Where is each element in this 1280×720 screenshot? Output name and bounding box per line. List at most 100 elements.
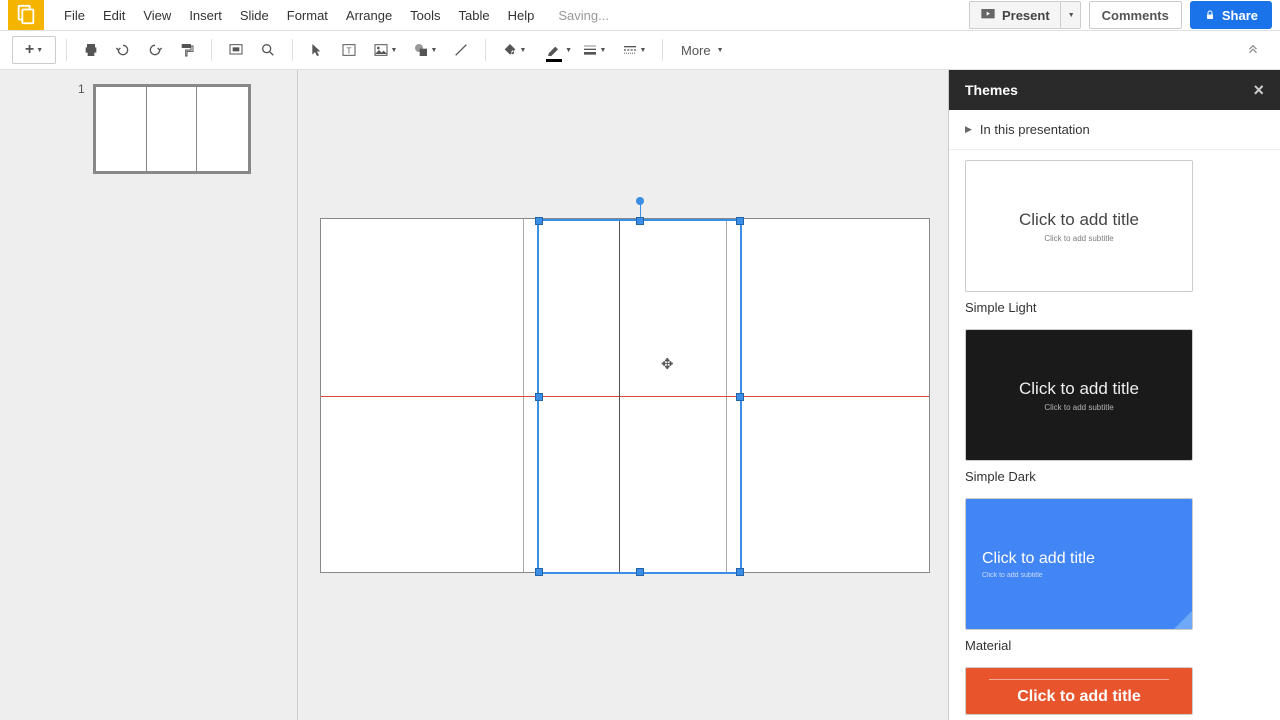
menu-file[interactable]: File [64, 8, 85, 23]
theme-preview-title: Click to add title [1019, 379, 1139, 399]
textbox-icon: T [341, 42, 357, 58]
rotate-handle[interactable] [636, 197, 644, 205]
resize-handle-s[interactable] [636, 568, 644, 576]
present-dropdown[interactable]: ▼ [1061, 1, 1081, 29]
print-button[interactable] [77, 36, 105, 64]
slide-thumbnail[interactable] [93, 84, 251, 174]
chevron-up-double-icon [1246, 41, 1260, 55]
menu-tools[interactable]: Tools [410, 8, 440, 23]
cursor-icon [309, 42, 325, 58]
menu-arrange[interactable]: Arrange [346, 8, 392, 23]
select-tool[interactable] [303, 36, 331, 64]
theme-simple-dark[interactable]: Click to add title Click to add subtitle… [965, 329, 1264, 484]
shape-icon [413, 42, 429, 58]
menu-view[interactable]: View [143, 8, 171, 23]
image-tool[interactable]: ▼ [367, 36, 403, 64]
play-icon [980, 7, 996, 23]
filmstrip[interactable]: 1 [0, 70, 298, 720]
undo-icon [115, 42, 131, 58]
theme-preview-title: Click to add title [1019, 210, 1139, 230]
save-status: Saving... [558, 8, 609, 23]
resize-handle-n[interactable] [636, 217, 644, 225]
chevron-down-icon: ▼ [431, 47, 438, 54]
theme-material[interactable]: Click to add title Click to add subtitle… [965, 498, 1264, 653]
present-label: Present [1002, 8, 1050, 23]
chevron-down-icon: ▼ [565, 47, 572, 54]
new-slide-button[interactable]: +▼ [12, 36, 56, 64]
chevron-down-icon: ▼ [600, 47, 607, 54]
redo-button[interactable] [141, 36, 169, 64]
move-cursor-icon: ✥ [661, 355, 674, 373]
resize-handle-ne[interactable] [736, 217, 744, 225]
menu-insert[interactable]: Insert [189, 8, 222, 23]
line-icon [453, 42, 469, 58]
chevron-right-icon: ▶ [965, 124, 972, 135]
paint-bucket-icon [502, 42, 518, 58]
present-button[interactable]: Present [969, 1, 1061, 29]
menu-table[interactable]: Table [459, 8, 490, 23]
theme-name-label: Simple Light [965, 300, 1264, 315]
resize-handle-nw[interactable] [535, 217, 543, 225]
theme-name-label: Material [965, 638, 1264, 653]
theme-preview-subtitle: Click to add subtitle [1044, 234, 1113, 243]
shape-tool[interactable]: ▼ [407, 36, 443, 64]
canvas-area[interactable]: ✥ [298, 70, 948, 720]
undo-button[interactable] [109, 36, 137, 64]
divider [662, 39, 663, 61]
selection-box[interactable] [537, 219, 742, 574]
menu-edit[interactable]: Edit [103, 8, 125, 23]
chevron-down-icon: ▼ [391, 47, 398, 54]
theme-simple-light[interactable]: Click to add title Click to add subtitle… [965, 160, 1264, 315]
themes-title: Themes [965, 82, 1018, 98]
image-icon [373, 42, 389, 58]
theme-orange[interactable]: Click to add title [965, 667, 1264, 715]
pen-icon [546, 44, 562, 56]
slide-canvas[interactable]: ✥ [320, 218, 930, 573]
share-label: Share [1222, 8, 1258, 23]
theme-preview-title: Click to add title [1017, 688, 1141, 706]
line-weight-button[interactable]: ▼ [576, 36, 612, 64]
zoom-button[interactable] [254, 36, 282, 64]
theme-preview-subtitle: Click to add subtitle [982, 572, 1043, 579]
resize-handle-w[interactable] [535, 393, 543, 401]
themes-section-label: In this presentation [980, 122, 1090, 137]
menu-slide[interactable]: Slide [240, 8, 269, 23]
corner-fold-icon [1174, 611, 1192, 629]
lock-icon [1204, 9, 1216, 21]
resize-handle-sw[interactable] [535, 568, 543, 576]
comments-button[interactable]: Comments [1089, 1, 1182, 29]
menu-format[interactable]: Format [287, 8, 328, 23]
textbox-tool[interactable]: T [335, 36, 363, 64]
shape-edge [619, 221, 620, 572]
close-icon[interactable]: × [1253, 80, 1264, 101]
resize-handle-e[interactable] [736, 393, 744, 401]
more-button[interactable]: More▼ [673, 43, 732, 58]
zoom-icon [260, 42, 276, 58]
redo-icon [147, 42, 163, 58]
svg-text:T: T [347, 46, 352, 55]
paint-roller-icon [179, 42, 195, 58]
chevron-down-icon: ▼ [36, 47, 43, 54]
app-logo[interactable] [8, 0, 44, 30]
slide-number: 1 [78, 82, 85, 174]
menu-help[interactable]: Help [508, 8, 535, 23]
chevron-down-icon: ▼ [717, 47, 724, 54]
themes-section-toggle[interactable]: ▶ In this presentation [949, 110, 1280, 150]
chevron-down-icon: ▼ [640, 47, 647, 54]
color-swatch [546, 59, 562, 62]
chevron-down-icon: ▼ [1068, 12, 1075, 19]
share-button[interactable]: Share [1190, 1, 1272, 29]
chevron-down-icon: ▼ [520, 47, 527, 54]
line-tool[interactable] [447, 36, 475, 64]
resize-handle-se[interactable] [736, 568, 744, 576]
fill-color-button[interactable]: ▼ [496, 36, 532, 64]
line-color-button[interactable]: ▼ [536, 36, 572, 64]
theme-preview-subtitle: Click to add subtitle [1044, 403, 1113, 412]
fit-icon [228, 42, 244, 58]
zoom-fit-button[interactable] [222, 36, 250, 64]
collapse-toolbar-button[interactable] [1246, 41, 1260, 60]
line-dash-button[interactable]: ▼ [616, 36, 652, 64]
divider [989, 679, 1169, 680]
line-weight-icon [582, 42, 598, 58]
paint-format-button[interactable] [173, 36, 201, 64]
